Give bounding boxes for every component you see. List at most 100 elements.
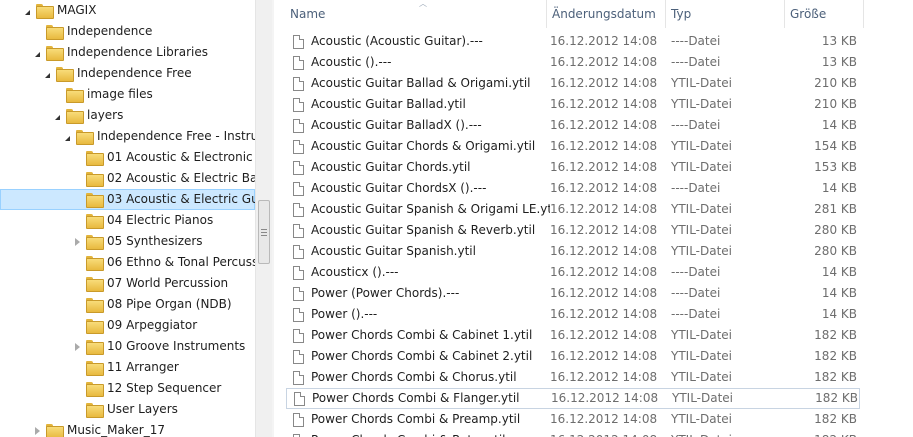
file-size: 210 KB: [814, 76, 857, 90]
file-row[interactable]: Acoustic ().--- 16.12.2012 14:08 ----Datei…: [286, 52, 860, 73]
tree-item[interactable]: 11 Arranger: [72, 357, 179, 378]
folder-icon: [76, 130, 94, 145]
tree-item-label: 12 Step Sequencer: [107, 381, 222, 395]
file-icon: [293, 118, 304, 133]
file-row[interactable]: Acoustic Guitar BalladX ().--- 16.12.2012…: [286, 115, 860, 136]
collapsed-arrow-icon[interactable]: [72, 231, 82, 252]
tree-item[interactable]: User Layers: [72, 399, 178, 420]
navigation-tree[interactable]: MAGIX Independence Independence Libraries I…: [0, 0, 255, 437]
file-date: 16.12.2012 14:08: [550, 328, 658, 342]
tree-scrollbar[interactable]: [255, 0, 272, 437]
expanded-arrow-icon[interactable]: [32, 42, 42, 63]
file-icon: [293, 76, 304, 91]
file-type: YTIL-Datei: [671, 223, 733, 237]
collapsed-arrow-icon[interactable]: [32, 420, 42, 437]
tree-item[interactable]: 02 Acoustic & Electric Basse: [72, 168, 255, 189]
file-row[interactable]: Acousticx ().--- 16.12.2012 14:08 ----Date…: [286, 262, 860, 283]
tree-item[interactable]: MAGIX: [22, 0, 96, 21]
file-size: 13 KB: [821, 34, 857, 48]
column-header-size[interactable]: Größe: [784, 0, 864, 28]
file-row[interactable]: Power (Power Chords).--- 16.12.2012 14:08…: [286, 283, 860, 304]
file-row[interactable]: Acoustic Guitar Ballad.ytil 16.12.2012 14…: [286, 94, 860, 115]
file-row[interactable]: Power Chords Combi & Chorus.ytil 16.12.20…: [286, 367, 860, 388]
folder-icon: [86, 214, 104, 229]
file-date: 16.12.2012 14:08: [550, 76, 658, 90]
file-icon: [293, 97, 304, 112]
file-row[interactable]: Acoustic (Acoustic Guitar).--- 16.12.2012…: [286, 31, 860, 52]
file-row[interactable]: Acoustic Guitar Ballad & Origami.ytil 16.…: [286, 73, 860, 94]
file-row[interactable]: Power Chords Combi & Cabinet 1.ytil 16.12…: [286, 325, 860, 346]
file-type: ----Datei: [671, 118, 721, 132]
tree-item-label: Independence Libraries: [67, 45, 208, 59]
file-list[interactable]: Name ︿ Änderungsdatum Typ Größe Acoustic …: [274, 0, 913, 437]
file-row[interactable]: Power Chords Combi & Flanger.ytil 16.12.2…: [286, 388, 860, 409]
file-type: ----Datei: [671, 307, 721, 321]
file-name: Acoustic Guitar Ballad & Origami.ytil: [311, 76, 531, 90]
collapsed-arrow-icon[interactable]: [72, 336, 82, 357]
tree-item-label: 08 Pipe Organ (NDB): [107, 297, 232, 311]
file-row[interactable]: Acoustic Guitar Chords.ytil 16.12.2012 14…: [286, 157, 860, 178]
tree-item[interactable]: 07 World Percussion: [72, 273, 228, 294]
tree-item[interactable]: 04 Electric Pianos: [72, 210, 213, 231]
tree-item[interactable]: Independence Free - Instrume: [62, 126, 255, 147]
tree-item-label: 11 Arranger: [107, 360, 179, 374]
file-name: Power (Power Chords).---: [311, 286, 460, 300]
expanded-arrow-icon[interactable]: [42, 63, 52, 84]
tree-item[interactable]: 09 Arpeggiator: [72, 315, 197, 336]
file-date: 16.12.2012 14:08: [550, 349, 658, 363]
file-row[interactable]: Power ().--- 16.12.2012 14:08 ----Datei 14 …: [286, 304, 860, 325]
file-icon: [293, 160, 304, 175]
tree-item[interactable]: Independence Free: [42, 63, 192, 84]
tree-scrollbar-thumb[interactable]: [258, 200, 270, 264]
folder-icon: [86, 403, 104, 418]
column-header-date[interactable]: Änderungsdatum: [546, 0, 666, 28]
tree-item-label: 03 Acoustic & Electric Guitar: [107, 192, 255, 206]
tree-item[interactable]: 08 Pipe Organ (NDB): [72, 294, 232, 315]
folder-icon: [86, 151, 104, 166]
file-row[interactable]: Acoustic Guitar ChordsX ().--- 16.12.2012…: [286, 178, 860, 199]
tree-item[interactable]: Independence Libraries: [32, 42, 208, 63]
column-header-date-label: Änderungsdatum: [552, 7, 656, 21]
tree-item[interactable]: 12 Step Sequencer: [72, 378, 221, 399]
file-row[interactable]: Acoustic Guitar Spanish.ytil 16.12.2012 1…: [286, 241, 860, 262]
expanded-arrow-icon[interactable]: [52, 105, 62, 126]
tree-item-label: 01 Acoustic & Electronic Dru: [107, 150, 255, 164]
tree-item[interactable]: 01 Acoustic & Electronic Dru: [72, 147, 255, 168]
file-icon: [293, 286, 304, 301]
file-size: 14 KB: [821, 265, 857, 279]
tree-item[interactable]: 10 Groove Instruments: [72, 336, 245, 357]
tree-item[interactable]: image files: [52, 84, 153, 105]
tree-item-label: Music_Maker_17: [67, 423, 165, 437]
file-row[interactable]: Acoustic Guitar Spanish & Origami LE.yti…: [286, 199, 860, 220]
expanded-arrow-icon[interactable]: [62, 126, 72, 147]
tree-item[interactable]: 05 Synthesizers: [72, 231, 203, 252]
file-size: 182 KB: [814, 349, 857, 363]
file-name: Acoustic (Acoustic Guitar).---: [311, 34, 483, 48]
column-header-type[interactable]: Typ: [665, 0, 785, 28]
column-header-name[interactable]: Name ︿: [284, 0, 547, 28]
tree-item[interactable]: Independence: [32, 21, 152, 42]
file-row[interactable]: Acoustic Guitar Chords & Origami.ytil 16.…: [286, 136, 860, 157]
file-row[interactable]: Power Chords Combi & Preamp.ytil 16.12.20…: [286, 409, 860, 430]
file-row[interactable]: Acoustic Guitar Spanish & Reverb.ytil 16.…: [286, 220, 860, 241]
file-row[interactable]: Power Chords Combi & Rotor.ytil16.12.201…: [286, 430, 860, 437]
tree-item[interactable]: 06 Ethno & Tonal Percussion: [72, 252, 255, 273]
tree-item[interactable]: layers: [52, 105, 123, 126]
file-date: 16.12.2012 14:08: [550, 430, 657, 437]
file-name: Acoustic Guitar BalladX ().---: [311, 118, 482, 132]
folder-icon: [86, 256, 104, 271]
tree-item[interactable]: 03 Acoustic & Electric Guitar: [0, 189, 255, 210]
file-type: YTIL-Datei: [671, 139, 733, 153]
file-row[interactable]: Power Chords Combi & Cabinet 2.ytil 16.12…: [286, 346, 860, 367]
file-type: ----Datei: [671, 55, 721, 69]
column-header-type-label: Typ: [671, 7, 692, 21]
file-date: 16.12.2012 14:08: [550, 223, 658, 237]
column-header-size-label: Größe: [790, 7, 827, 21]
tree-item[interactable]: Music_Maker_17: [32, 420, 165, 437]
file-size: 153 KB: [814, 160, 857, 174]
file-type: ----Datei: [671, 265, 721, 279]
file-icon: [293, 55, 304, 70]
expanded-arrow-icon[interactable]: [22, 0, 32, 21]
